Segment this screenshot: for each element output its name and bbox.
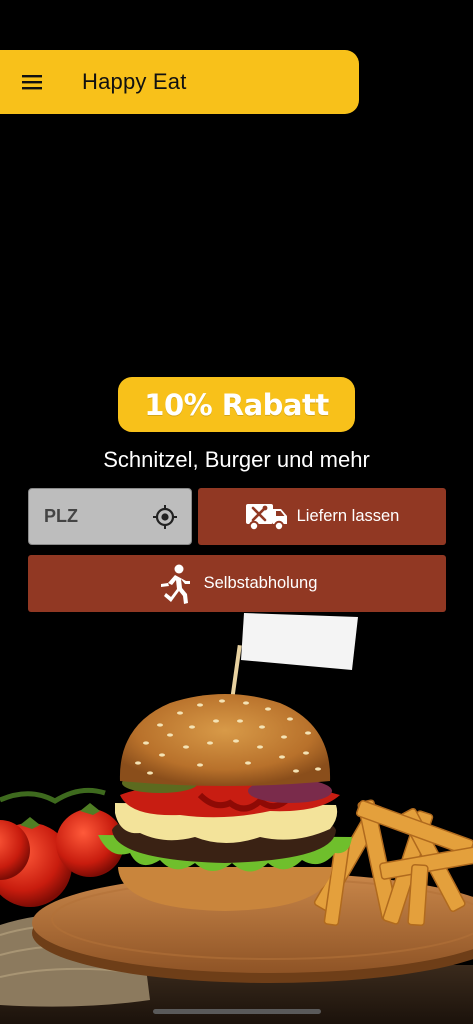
discount-badge: 10% Rabatt [118, 377, 355, 432]
pickup-button-label: Selbstabholung [203, 574, 318, 592]
home-screen: Happy Eat 10% Rabatt Schnitzel, Burger u… [0, 0, 473, 1024]
running-person-icon [157, 563, 191, 605]
burger-illustration [0, 605, 473, 1024]
pickup-button[interactable]: Selbstabholung [28, 555, 446, 612]
postal-code-input[interactable] [42, 505, 151, 528]
delivery-button[interactable]: Liefern lassen [198, 488, 446, 545]
gps-target-icon [153, 504, 177, 529]
tagline: Schnitzel, Burger und mehr [103, 447, 370, 472]
app-title: Happy Eat [82, 69, 187, 94]
hamburger-menu-icon [22, 75, 42, 90]
locate-me-button[interactable] [151, 503, 179, 531]
delivery-button-label: Liefern lassen [296, 507, 400, 525]
home-indicator[interactable] [153, 1009, 321, 1014]
delivery-truck-icon [245, 501, 289, 533]
postal-code-field [28, 488, 192, 545]
app-bar: Happy Eat [0, 50, 359, 114]
menu-button[interactable] [0, 50, 64, 114]
